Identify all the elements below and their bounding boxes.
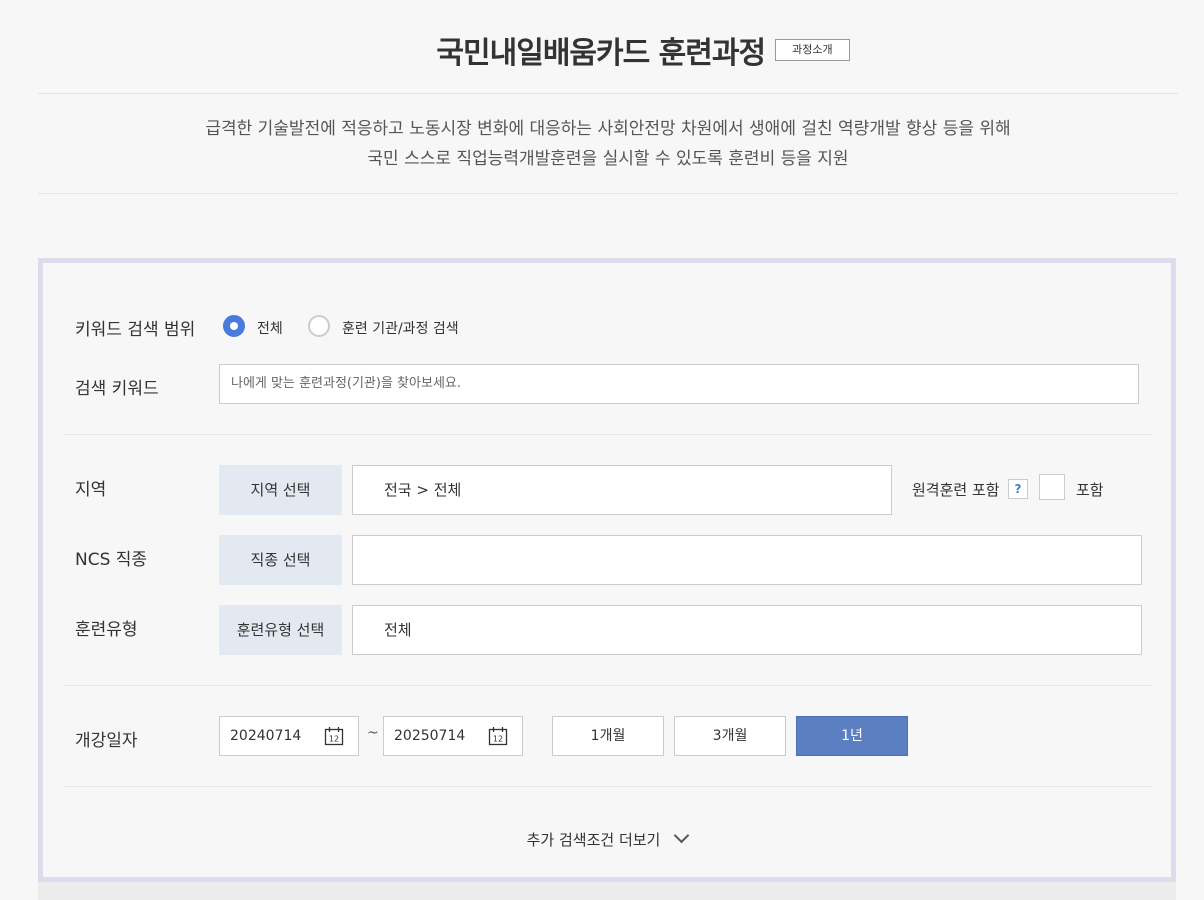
region-select-button[interactable]: 지역 선택 [219, 465, 342, 515]
calendar-icon[interactable]: 12 [324, 726, 344, 746]
remote-include-label[interactable]: 포함 [1076, 479, 1104, 500]
page-description: 급격한 기술발전에 적응하고 노동시장 변화에 대응하는 사회안전망 차원에서 … [38, 94, 1178, 194]
description-line-2: 국민 스스로 직업능력개발훈련을 실시할 수 있도록 훈련비 등을 지원 [367, 149, 849, 169]
chevron-down-icon[interactable] [674, 827, 690, 844]
period-3months-button[interactable]: 3개월 [674, 716, 786, 756]
course-intro-button[interactable]: 과정소개 [775, 39, 850, 61]
remote-training-label: 원격훈련 포함 [912, 481, 1000, 499]
page-header: 국민내일배움카드 훈련과정 과정소개 [38, 0, 1178, 94]
region-value-field[interactable]: 전국 > 전체 [352, 465, 892, 515]
calendar-icon-text: 12 [329, 735, 339, 744]
calendar-icon[interactable]: 12 [488, 726, 508, 746]
calendar-icon-text: 12 [493, 735, 503, 744]
scope-institution-label[interactable]: 훈련 기관/과정 검색 [342, 318, 459, 338]
divider [65, 786, 1151, 787]
search-panel: 키워드 검색 범위 전체 훈련 기관/과정 검색 검색 키워드 나에게 맞는 훈… [38, 258, 1176, 882]
end-date-value: 20250714 [394, 728, 466, 744]
ncs-label: NCS 직종 [75, 550, 148, 570]
description-line-1: 급격한 기술발전에 적응하고 노동시장 변화에 대응하는 사회안전망 차원에서 … [205, 119, 1011, 139]
training-type-select-button[interactable]: 훈련유형 선택 [219, 605, 342, 655]
period-1month-button[interactable]: 1개월 [552, 716, 664, 756]
remote-include-checkbox[interactable] [1039, 474, 1065, 500]
scope-all-label[interactable]: 전체 [257, 318, 283, 338]
scope-institution-radio[interactable] [308, 315, 330, 337]
ncs-value-field[interactable] [352, 535, 1142, 585]
start-date-value: 20240714 [230, 728, 302, 744]
training-type-value-field[interactable]: 전체 [352, 605, 1142, 655]
bottom-strip [38, 882, 1176, 900]
ncs-select-button[interactable]: 직종 선택 [219, 535, 342, 585]
start-date-input[interactable]: 20240714 12 [219, 716, 359, 756]
divider [65, 434, 1151, 435]
scope-all-radio[interactable] [223, 315, 245, 337]
remote-help-icon[interactable]: ? [1008, 479, 1028, 499]
date-range-separator: ~ [367, 725, 379, 741]
region-label: 지역 [75, 480, 107, 500]
more-search-options-toggle[interactable]: 추가 검색조건 더보기 [43, 827, 1171, 850]
divider [65, 685, 1151, 686]
end-date-input[interactable]: 20250714 12 [383, 716, 523, 756]
page-title: 국민내일배움카드 훈련과정 [436, 36, 766, 71]
period-1year-button[interactable]: 1년 [796, 716, 908, 756]
keyword-scope-label: 키워드 검색 범위 [75, 320, 196, 340]
keyword-label: 검색 키워드 [75, 379, 159, 399]
start-date-label: 개강일자 [75, 731, 138, 751]
keyword-search-input[interactable]: 나에게 맞는 훈련과정(기관)을 찾아보세요. [219, 364, 1139, 404]
title-row: 국민내일배움카드 훈련과정 과정소개 [38, 28, 1178, 72]
more-search-options-label[interactable]: 추가 검색조건 더보기 [527, 831, 661, 849]
training-type-label: 훈련유형 [75, 620, 138, 640]
